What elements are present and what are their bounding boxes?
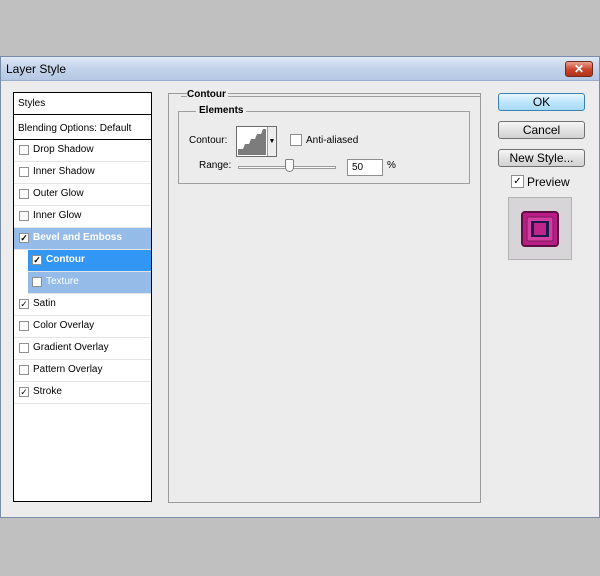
contour-curve-icon [238, 129, 266, 155]
checkbox[interactable] [32, 277, 42, 287]
style-item-label: Gradient Overlay [33, 342, 109, 353]
window-title: Layer Style [6, 62, 67, 76]
checkbox[interactable] [19, 211, 29, 221]
style-item-inner-shadow[interactable]: Inner Shadow [14, 162, 151, 184]
elements-group [178, 111, 470, 184]
style-item-outer-glow[interactable]: Outer Glow [14, 184, 151, 206]
checkbox[interactable] [19, 343, 29, 353]
style-item-label: Contour [46, 254, 85, 265]
checkbox[interactable] [19, 321, 29, 331]
range-input[interactable]: 50 [347, 159, 383, 176]
checkbox[interactable] [19, 365, 29, 375]
preview-checkbox[interactable]: ✓ [511, 175, 524, 188]
section-title: Contour [187, 89, 228, 100]
style-item-label: Stroke [33, 386, 62, 397]
layer-style-dialog: Layer Style ✕ Styles Blending Options: D… [0, 56, 600, 518]
range-label: Range: [199, 160, 232, 171]
checkbox[interactable] [19, 145, 29, 155]
new-style-button[interactable]: New Style... [498, 149, 585, 167]
style-item-label: Color Overlay [33, 320, 95, 331]
preview-label: Preview [527, 175, 570, 189]
style-item-label: Satin [33, 298, 56, 309]
checkbox-checked[interactable]: ✓ [32, 255, 42, 265]
style-item-label: Outer Glow [33, 188, 84, 199]
checkbox-checked[interactable]: ✓ [19, 233, 29, 243]
style-item-label: Inner Shadow [33, 166, 95, 177]
close-icon: ✕ [573, 62, 585, 76]
contour-label: Contour: [189, 135, 228, 146]
ok-button[interactable]: OK [498, 93, 585, 111]
style-item-satin[interactable]: ✓ Satin [14, 294, 151, 316]
style-item-inner-glow[interactable]: Inner Glow [14, 206, 151, 228]
title-bar[interactable]: Layer Style ✕ [1, 57, 599, 81]
close-button[interactable]: ✕ [565, 61, 593, 77]
style-item-label: Texture [46, 276, 79, 287]
checkbox-checked[interactable]: ✓ [19, 387, 29, 397]
group-title: Elements [196, 105, 247, 116]
style-item-contour[interactable]: ✓ Contour [28, 250, 151, 272]
styles-header[interactable]: Styles [14, 93, 151, 115]
percent-unit: % [387, 160, 396, 171]
style-item-drop-shadow[interactable]: Drop Shadow [14, 140, 151, 162]
chevron-down-icon[interactable]: ▼ [267, 127, 276, 156]
anti-aliased-label: Anti-aliased [306, 135, 359, 146]
style-item-pattern-overlay[interactable]: Pattern Overlay [14, 360, 151, 382]
styles-list-panel: Styles Blending Options: Default Drop Sh… [13, 92, 152, 502]
style-item-label: Drop Shadow [33, 144, 94, 155]
style-item-gradient-overlay[interactable]: Gradient Overlay [14, 338, 151, 360]
range-slider-thumb[interactable] [285, 159, 294, 172]
style-item-label: Bevel and Emboss [33, 232, 122, 243]
style-item-stroke[interactable]: ✓ Stroke [14, 382, 151, 404]
anti-aliased-checkbox[interactable] [290, 134, 302, 146]
style-item-bevel-emboss[interactable]: ✓ Bevel and Emboss [14, 228, 151, 250]
style-item-texture[interactable]: Texture [28, 272, 151, 294]
checkbox[interactable] [19, 189, 29, 199]
style-item-color-overlay[interactable]: Color Overlay [14, 316, 151, 338]
cancel-button[interactable]: Cancel [498, 121, 585, 139]
checkbox[interactable] [19, 167, 29, 177]
blending-options-item[interactable]: Blending Options: Default [14, 118, 151, 140]
preview-thumbnail [508, 197, 572, 260]
style-item-label: Inner Glow [33, 210, 82, 221]
contour-picker[interactable]: ▼ [236, 126, 277, 157]
preview-image [521, 211, 559, 247]
style-item-label: Pattern Overlay [33, 364, 103, 375]
checkbox-checked[interactable]: ✓ [19, 299, 29, 309]
